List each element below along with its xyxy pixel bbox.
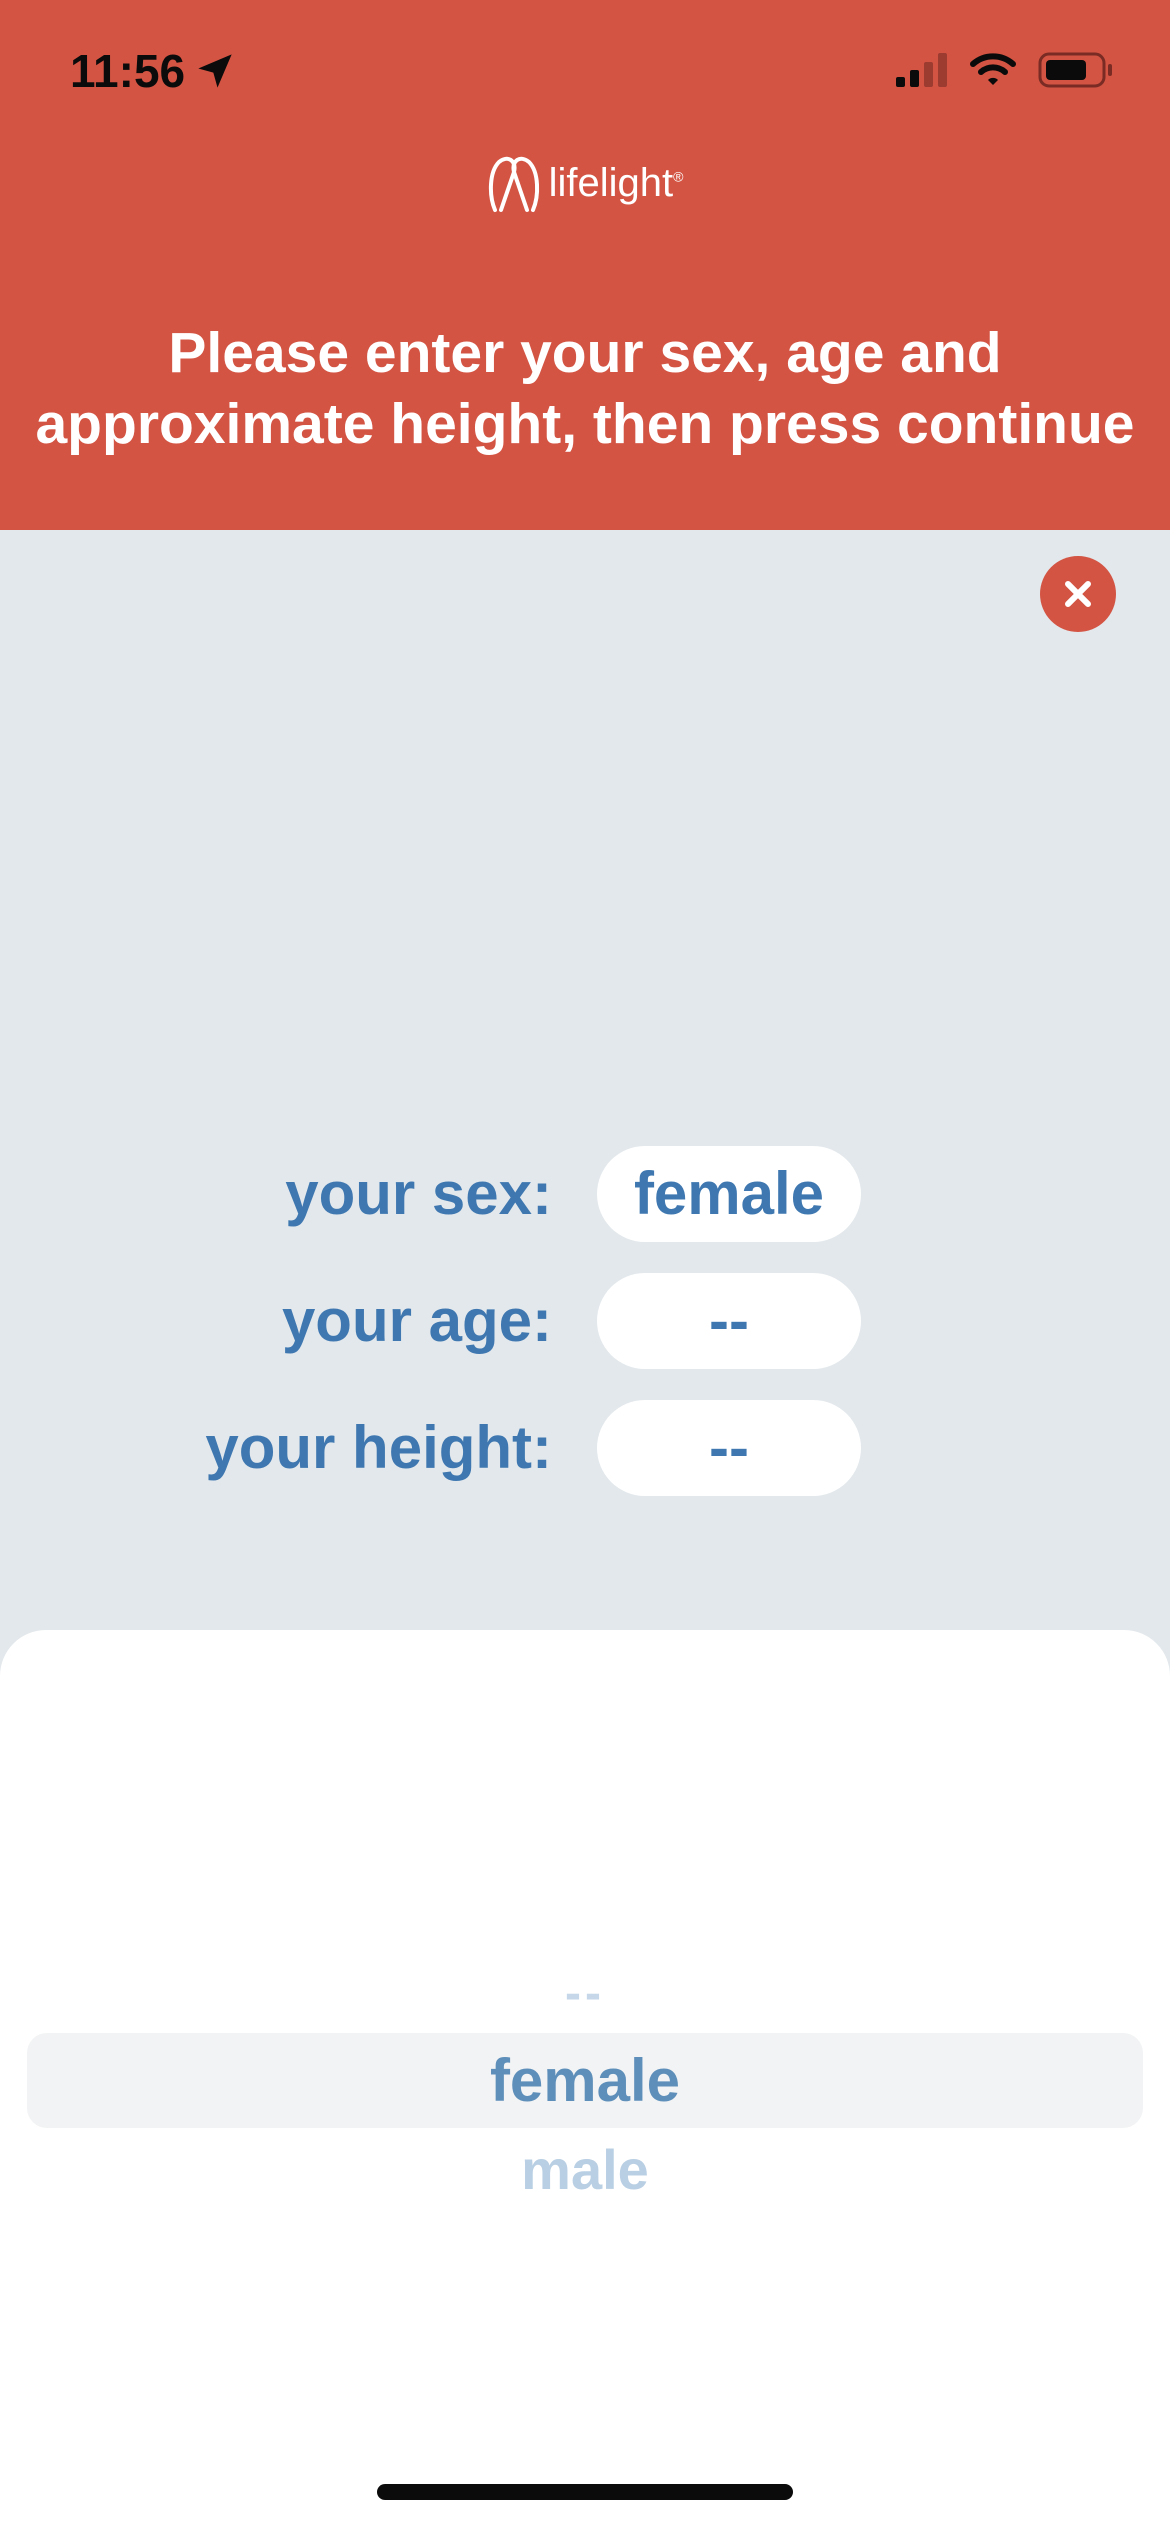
picker-option-male[interactable]: male: [0, 2140, 1170, 2200]
height-label: your height:: [205, 1414, 552, 1481]
picker-option-female[interactable]: female: [0, 2050, 1170, 2112]
cellular-signal-icon: [896, 53, 947, 87]
status-bar-icons: [896, 52, 1114, 88]
sex-row: your sex: female: [0, 1146, 1170, 1242]
lifelight-logo: lifelight®: [0, 152, 1170, 214]
wifi-icon: [970, 53, 1016, 85]
instructions-line-1: Please enter your sex, age and: [168, 321, 1002, 385]
home-indicator: [377, 2484, 793, 2500]
sex-label: your sex:: [285, 1160, 552, 1227]
height-row: your height: --: [0, 1400, 1170, 1496]
sex-field[interactable]: female: [597, 1146, 861, 1242]
instructions-line-2: approximate height, then press continue: [35, 392, 1135, 456]
age-label: your age:: [281, 1287, 552, 1354]
location-arrow-icon: [198, 54, 232, 88]
status-bar-time: 11:56: [70, 44, 235, 98]
age-row: your age: --: [0, 1273, 1170, 1369]
instructions-heading: Please enter your sex, age and approxima…: [30, 318, 1140, 460]
header: 11:56 lifelight® Please enter your sex, …: [0, 0, 1170, 530]
height-field[interactable]: --: [597, 1400, 861, 1496]
brand-trademark: ®: [673, 168, 684, 185]
lifelight-logo-icon: [488, 156, 539, 212]
status-time-text: 11:56: [70, 45, 186, 97]
close-icon: [1065, 581, 1091, 607]
picker-option-empty[interactable]: --: [0, 1966, 1170, 2022]
age-field[interactable]: --: [597, 1273, 861, 1369]
close-button[interactable]: [1040, 556, 1116, 632]
battery-icon: [1038, 52, 1112, 88]
brand-name: lifelight: [548, 160, 674, 205]
